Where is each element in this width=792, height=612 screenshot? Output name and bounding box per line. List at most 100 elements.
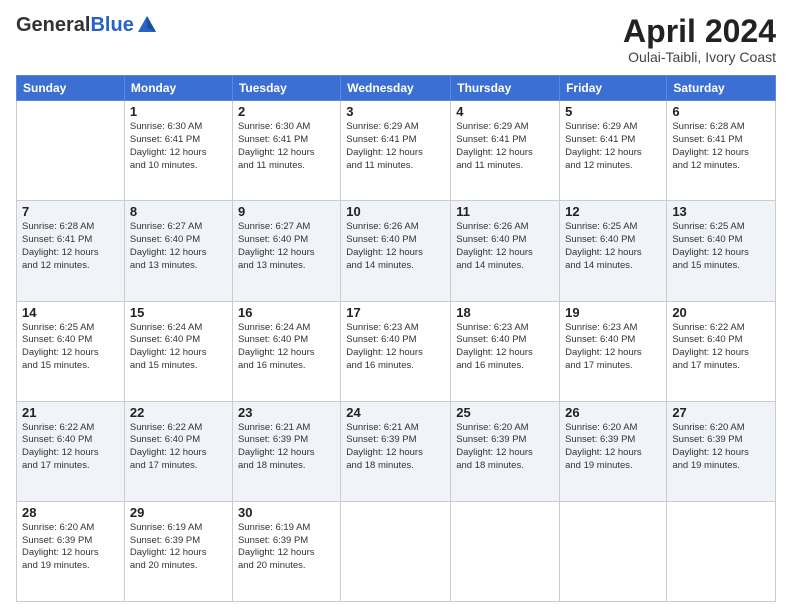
day-number: 17 xyxy=(346,305,445,320)
calendar-cell: 12 Sunrise: 6:25 AM Sunset: 6:40 PM Dayli… xyxy=(560,201,667,301)
day-number: 14 xyxy=(22,305,119,320)
day-number: 1 xyxy=(130,104,227,119)
calendar-cell: 23 Sunrise: 6:21 AM Sunset: 6:39 PM Dayli… xyxy=(232,401,340,501)
day-number: 11 xyxy=(456,204,554,219)
calendar-cell: 6 Sunrise: 6:28 AM Sunset: 6:41 PM Daylig… xyxy=(667,101,776,201)
weekday-header: Wednesday xyxy=(341,76,451,101)
day-number: 18 xyxy=(456,305,554,320)
calendar-cell xyxy=(17,101,125,201)
day-info: Sunrise: 6:29 AM Sunset: 6:41 PM Dayligh… xyxy=(346,121,445,172)
calendar-cell: 13 Sunrise: 6:25 AM Sunset: 6:40 PM Dayli… xyxy=(667,201,776,301)
calendar-cell xyxy=(451,501,560,601)
calendar-cell: 5Sunrise: 6:29 AM Sunset: 6:41 PM Daylig… xyxy=(560,101,667,201)
day-number: 15 xyxy=(130,305,227,320)
calendar-cell: 1 Sunrise: 6:30 AM Sunset: 6:41 PM Daylig… xyxy=(124,101,232,201)
day-info: Sunrise: 6:26 AM Sunset: 6:40 PM Dayligh… xyxy=(346,221,445,272)
day-info: Sunrise: 6:30 AM Sunset: 6:41 PM Dayligh… xyxy=(130,121,227,172)
day-number: 22 xyxy=(130,405,227,420)
logo-icon xyxy=(136,14,158,36)
day-number: 21 xyxy=(22,405,119,420)
day-info: Sunrise: 6:25 AM Sunset: 6:40 PM Dayligh… xyxy=(672,221,770,272)
day-number: 5 xyxy=(565,104,661,119)
calendar-cell: 20Sunrise: 6:22 AM Sunset: 6:40 PM Dayli… xyxy=(667,301,776,401)
calendar-cell: 15 Sunrise: 6:24 AM Sunset: 6:40 PM Dayli… xyxy=(124,301,232,401)
day-info: Sunrise: 6:28 AM Sunset: 6:41 PM Dayligh… xyxy=(22,221,119,272)
calendar-cell: 8Sunrise: 6:27 AM Sunset: 6:40 PM Daylig… xyxy=(124,201,232,301)
calendar-cell: 11 Sunrise: 6:26 AM Sunset: 6:40 PM Dayli… xyxy=(451,201,560,301)
weekday-header: Friday xyxy=(560,76,667,101)
calendar-cell: 10 Sunrise: 6:26 AM Sunset: 6:40 PM Dayli… xyxy=(341,201,451,301)
calendar-cell: 30 Sunrise: 6:19 AM Sunset: 6:39 PM Dayli… xyxy=(232,501,340,601)
day-info: Sunrise: 6:22 AM Sunset: 6:40 PM Dayligh… xyxy=(130,422,227,473)
calendar-title: April 2024 xyxy=(623,14,776,49)
calendar-cell: 21 Sunrise: 6:22 AM Sunset: 6:40 PM Dayli… xyxy=(17,401,125,501)
calendar-cell: 28Sunrise: 6:20 AM Sunset: 6:39 PM Dayli… xyxy=(17,501,125,601)
calendar-cell: 22 Sunrise: 6:22 AM Sunset: 6:40 PM Dayli… xyxy=(124,401,232,501)
day-number: 28 xyxy=(22,505,119,520)
weekday-header: Monday xyxy=(124,76,232,101)
day-info: Sunrise: 6:29 AM Sunset: 6:41 PM Dayligh… xyxy=(456,121,554,172)
logo-general: GeneralBlue xyxy=(16,14,134,36)
calendar-cell: 14 Sunrise: 6:25 AM Sunset: 6:40 PM Dayli… xyxy=(17,301,125,401)
week-row: 28Sunrise: 6:20 AM Sunset: 6:39 PM Dayli… xyxy=(17,501,776,601)
week-row: 1 Sunrise: 6:30 AM Sunset: 6:41 PM Daylig… xyxy=(17,101,776,201)
calendar-cell xyxy=(667,501,776,601)
day-number: 27 xyxy=(672,405,770,420)
day-number: 13 xyxy=(672,204,770,219)
calendar-cell: 19Sunrise: 6:23 AM Sunset: 6:40 PM Dayli… xyxy=(560,301,667,401)
day-number: 19 xyxy=(565,305,661,320)
day-number: 4 xyxy=(456,104,554,119)
day-info: Sunrise: 6:23 AM Sunset: 6:40 PM Dayligh… xyxy=(346,322,445,373)
day-number: 12 xyxy=(565,204,661,219)
day-info: Sunrise: 6:20 AM Sunset: 6:39 PM Dayligh… xyxy=(456,422,554,473)
title-block: April 2024 Oulai-Taibli, Ivory Coast xyxy=(623,14,776,65)
calendar-cell: 4 Sunrise: 6:29 AM Sunset: 6:41 PM Daylig… xyxy=(451,101,560,201)
day-info: Sunrise: 6:23 AM Sunset: 6:40 PM Dayligh… xyxy=(456,322,554,373)
day-number: 9 xyxy=(238,204,335,219)
day-info: Sunrise: 6:21 AM Sunset: 6:39 PM Dayligh… xyxy=(238,422,335,473)
day-info: Sunrise: 6:25 AM Sunset: 6:40 PM Dayligh… xyxy=(565,221,661,272)
calendar-cell: 26 Sunrise: 6:20 AM Sunset: 6:39 PM Dayli… xyxy=(560,401,667,501)
weekday-header: Sunday xyxy=(17,76,125,101)
day-number: 2 xyxy=(238,104,335,119)
day-number: 25 xyxy=(456,405,554,420)
day-info: Sunrise: 6:30 AM Sunset: 6:41 PM Dayligh… xyxy=(238,121,335,172)
day-info: Sunrise: 6:21 AM Sunset: 6:39 PM Dayligh… xyxy=(346,422,445,473)
calendar-cell: 17 Sunrise: 6:23 AM Sunset: 6:40 PM Dayli… xyxy=(341,301,451,401)
day-number: 3 xyxy=(346,104,445,119)
weekday-header: Thursday xyxy=(451,76,560,101)
day-info: Sunrise: 6:22 AM Sunset: 6:40 PM Dayligh… xyxy=(672,322,770,373)
day-info: Sunrise: 6:22 AM Sunset: 6:40 PM Dayligh… xyxy=(22,422,119,473)
day-info: Sunrise: 6:20 AM Sunset: 6:39 PM Dayligh… xyxy=(565,422,661,473)
day-number: 29 xyxy=(130,505,227,520)
calendar-cell: 7 Sunrise: 6:28 AM Sunset: 6:41 PM Daylig… xyxy=(17,201,125,301)
day-number: 16 xyxy=(238,305,335,320)
calendar-cell: 25 Sunrise: 6:20 AM Sunset: 6:39 PM Dayli… xyxy=(451,401,560,501)
calendar-cell xyxy=(341,501,451,601)
day-info: Sunrise: 6:24 AM Sunset: 6:40 PM Dayligh… xyxy=(130,322,227,373)
calendar-cell xyxy=(560,501,667,601)
weekday-header: Saturday xyxy=(667,76,776,101)
page: GeneralBlue April 2024 Oulai-Taibli, Ivo… xyxy=(0,0,792,612)
calendar-cell: 29 Sunrise: 6:19 AM Sunset: 6:39 PM Dayli… xyxy=(124,501,232,601)
calendar-cell: 18 Sunrise: 6:23 AM Sunset: 6:40 PM Dayli… xyxy=(451,301,560,401)
calendar-cell: 9 Sunrise: 6:27 AM Sunset: 6:40 PM Daylig… xyxy=(232,201,340,301)
day-info: Sunrise: 6:28 AM Sunset: 6:41 PM Dayligh… xyxy=(672,121,770,172)
calendar-table: SundayMondayTuesdayWednesdayThursdayFrid… xyxy=(16,75,776,602)
day-info: Sunrise: 6:26 AM Sunset: 6:40 PM Dayligh… xyxy=(456,221,554,272)
calendar-cell: 27Sunrise: 6:20 AM Sunset: 6:39 PM Dayli… xyxy=(667,401,776,501)
week-row: 21 Sunrise: 6:22 AM Sunset: 6:40 PM Dayli… xyxy=(17,401,776,501)
day-info: Sunrise: 6:19 AM Sunset: 6:39 PM Dayligh… xyxy=(130,522,227,573)
calendar-subtitle: Oulai-Taibli, Ivory Coast xyxy=(623,49,776,65)
day-number: 10 xyxy=(346,204,445,219)
day-number: 26 xyxy=(565,405,661,420)
day-info: Sunrise: 6:25 AM Sunset: 6:40 PM Dayligh… xyxy=(22,322,119,373)
calendar-cell: 16Sunrise: 6:24 AM Sunset: 6:40 PM Dayli… xyxy=(232,301,340,401)
day-info: Sunrise: 6:19 AM Sunset: 6:39 PM Dayligh… xyxy=(238,522,335,573)
day-number: 6 xyxy=(672,104,770,119)
day-info: Sunrise: 6:27 AM Sunset: 6:40 PM Dayligh… xyxy=(238,221,335,272)
day-number: 30 xyxy=(238,505,335,520)
day-number: 23 xyxy=(238,405,335,420)
day-number: 7 xyxy=(22,204,119,219)
day-info: Sunrise: 6:27 AM Sunset: 6:40 PM Dayligh… xyxy=(130,221,227,272)
